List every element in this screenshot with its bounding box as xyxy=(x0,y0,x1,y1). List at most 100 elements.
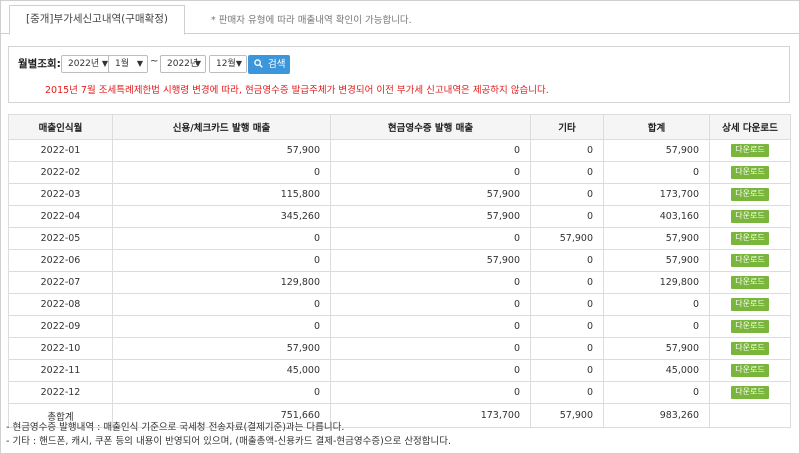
cell-sum: 0 xyxy=(603,381,710,404)
cell-card-sales: 115,800 xyxy=(112,183,331,206)
cell-month: 2022-01 xyxy=(8,139,113,162)
tab-vat-report[interactable]: [중개]부가세신고내역(구매확정) xyxy=(9,5,185,35)
cell-month: 2022-02 xyxy=(8,161,113,184)
cell-cash-receipt-sales: 0 xyxy=(330,293,531,316)
table-row: 2022-04 345,260 57,900 0 403,160 다운로드 xyxy=(8,205,791,228)
chevron-down-icon: ▼ xyxy=(235,59,242,68)
table-row: 2022-02 0 0 0 0 다운로드 xyxy=(8,161,791,184)
cell-download: 다운로드 xyxy=(709,183,791,206)
cell-etc: 0 xyxy=(530,249,604,272)
table-row: 2022-08 0 0 0 0 다운로드 xyxy=(8,293,791,316)
cell-etc: 57,900 xyxy=(530,227,604,250)
cell-month: 2022-04 xyxy=(8,205,113,228)
cell-etc: 0 xyxy=(530,381,604,404)
cell-sum: 0 xyxy=(603,161,710,184)
cell-cash-receipt-sales: 0 xyxy=(330,271,531,294)
cell-card-sales: 45,000 xyxy=(112,359,331,382)
cell-card-sales: 0 xyxy=(112,249,331,272)
cell-etc: 0 xyxy=(530,205,604,228)
cell-download: 다운로드 xyxy=(709,271,791,294)
cell-sum: 129,800 xyxy=(603,271,710,294)
cell-download: 다운로드 xyxy=(709,381,791,404)
download-button[interactable]: 다운로드 xyxy=(731,364,769,377)
header-download: 상세 다운로드 xyxy=(709,114,791,140)
search-panel: 월별조회: 2022년 ▼ 1월 ▼ ~ 2022년 ▼ 12월 ▼ 검색 20… xyxy=(8,46,790,103)
header-cash-receipt-sales: 현금영수증 발행 매출 xyxy=(330,114,531,140)
cell-download: 다운로드 xyxy=(709,337,791,360)
warning-message: 2015년 7월 조세특례제한법 시행령 변경에 따라, 현금영수증 발급주체가… xyxy=(45,85,549,96)
total-sum: 983,260 xyxy=(603,403,710,428)
cell-card-sales: 129,800 xyxy=(112,271,331,294)
cell-cash-receipt-sales: 0 xyxy=(330,315,531,338)
cell-sum: 57,900 xyxy=(603,249,710,272)
from-year-value: 2022년 xyxy=(68,59,100,69)
cell-download: 다운로드 xyxy=(709,161,791,184)
table-row: 2022-03 115,800 57,900 0 173,700 다운로드 xyxy=(8,183,791,206)
to-year-select[interactable]: 2022년 ▼ xyxy=(160,55,206,73)
cell-etc: 0 xyxy=(530,139,604,162)
cell-etc: 0 xyxy=(530,315,604,338)
cell-download: 다운로드 xyxy=(709,359,791,382)
search-button[interactable]: 검색 xyxy=(248,55,290,74)
cell-month: 2022-08 xyxy=(8,293,113,316)
cell-card-sales: 0 xyxy=(112,381,331,404)
cell-cash-receipt-sales: 57,900 xyxy=(330,183,531,206)
tab-bar: [중개]부가세신고내역(구매확정) * 판매자 유형에 따라 매출내역 확인이 … xyxy=(0,0,800,35)
download-button[interactable]: 다운로드 xyxy=(731,232,769,245)
note-line: - 기타 : 핸드폰, 캐시, 쿠폰 등의 내용이 반영되어 있으며, (매출총… xyxy=(6,436,452,447)
cell-download: 다운로드 xyxy=(709,249,791,272)
table-row: 2022-10 57,900 0 0 57,900 다운로드 xyxy=(8,337,791,360)
cell-etc: 0 xyxy=(530,161,604,184)
cell-month: 2022-09 xyxy=(8,315,113,338)
cell-sum: 0 xyxy=(603,315,710,338)
download-button[interactable]: 다운로드 xyxy=(731,144,769,157)
download-button[interactable]: 다운로드 xyxy=(731,342,769,355)
cell-month: 2022-11 xyxy=(8,359,113,382)
cell-sum: 57,900 xyxy=(603,227,710,250)
header-card-sales: 신용/체크카드 발행 매출 xyxy=(112,114,331,140)
download-button[interactable]: 다운로드 xyxy=(731,210,769,223)
table-row: 2022-06 0 57,900 0 57,900 다운로드 xyxy=(8,249,791,272)
cell-sum: 173,700 xyxy=(603,183,710,206)
from-year-select[interactable]: 2022년 ▼ xyxy=(61,55,113,73)
cell-download: 다운로드 xyxy=(709,227,791,250)
download-button[interactable]: 다운로드 xyxy=(731,276,769,289)
cell-download: 다운로드 xyxy=(709,205,791,228)
download-button[interactable]: 다운로드 xyxy=(731,188,769,201)
table-row: 2022-11 45,000 0 0 45,000 다운로드 xyxy=(8,359,791,382)
from-month-value: 1월 xyxy=(115,59,130,69)
download-button[interactable]: 다운로드 xyxy=(731,386,769,399)
cell-sum: 0 xyxy=(603,293,710,316)
cell-sum: 403,160 xyxy=(603,205,710,228)
cell-month: 2022-12 xyxy=(8,381,113,404)
tab-note: * 판매자 유형에 따라 매출내역 확인이 가능합니다. xyxy=(211,15,412,26)
table-row: 2022-07 129,800 0 0 129,800 다운로드 xyxy=(8,271,791,294)
cell-sum: 57,900 xyxy=(603,139,710,162)
download-button[interactable]: 다운로드 xyxy=(731,254,769,267)
cell-cash-receipt-sales: 0 xyxy=(330,337,531,360)
search-label: 월별조회: xyxy=(18,58,61,70)
total-download-empty xyxy=(709,403,791,428)
cell-download: 다운로드 xyxy=(709,139,791,162)
download-button[interactable]: 다운로드 xyxy=(731,166,769,179)
download-button[interactable]: 다운로드 xyxy=(731,320,769,333)
cell-etc: 0 xyxy=(530,271,604,294)
from-month-select[interactable]: 1월 ▼ xyxy=(108,55,148,73)
table-header-row: 매출인식월 신용/체크카드 발행 매출 현금영수증 발행 매출 기타 합계 상세… xyxy=(8,114,791,140)
chevron-down-icon: ▼ xyxy=(136,59,143,68)
cell-etc: 0 xyxy=(530,359,604,382)
to-month-select[interactable]: 12월 ▼ xyxy=(209,55,247,73)
cell-cash-receipt-sales: 0 xyxy=(330,227,531,250)
cell-download: 다운로드 xyxy=(709,315,791,338)
header-etc: 기타 xyxy=(530,114,604,140)
cell-cash-receipt-sales: 0 xyxy=(330,381,531,404)
download-button[interactable]: 다운로드 xyxy=(731,298,769,311)
cell-month: 2022-05 xyxy=(8,227,113,250)
table-row: 2022-01 57,900 0 0 57,900 다운로드 xyxy=(8,139,791,162)
chevron-down-icon: ▼ xyxy=(194,59,201,68)
cell-etc: 0 xyxy=(530,183,604,206)
cell-cash-receipt-sales: 0 xyxy=(330,359,531,382)
table-body: 2022-01 57,900 0 0 57,900 다운로드 2022-02 0 0 0 0 다운로드… xyxy=(8,139,791,428)
header-sum: 합계 xyxy=(603,114,710,140)
note-line: - 현금영수증 발행내역 : 매출인식 기준으로 국세청 전송자료(결제기준)과… xyxy=(6,422,345,433)
